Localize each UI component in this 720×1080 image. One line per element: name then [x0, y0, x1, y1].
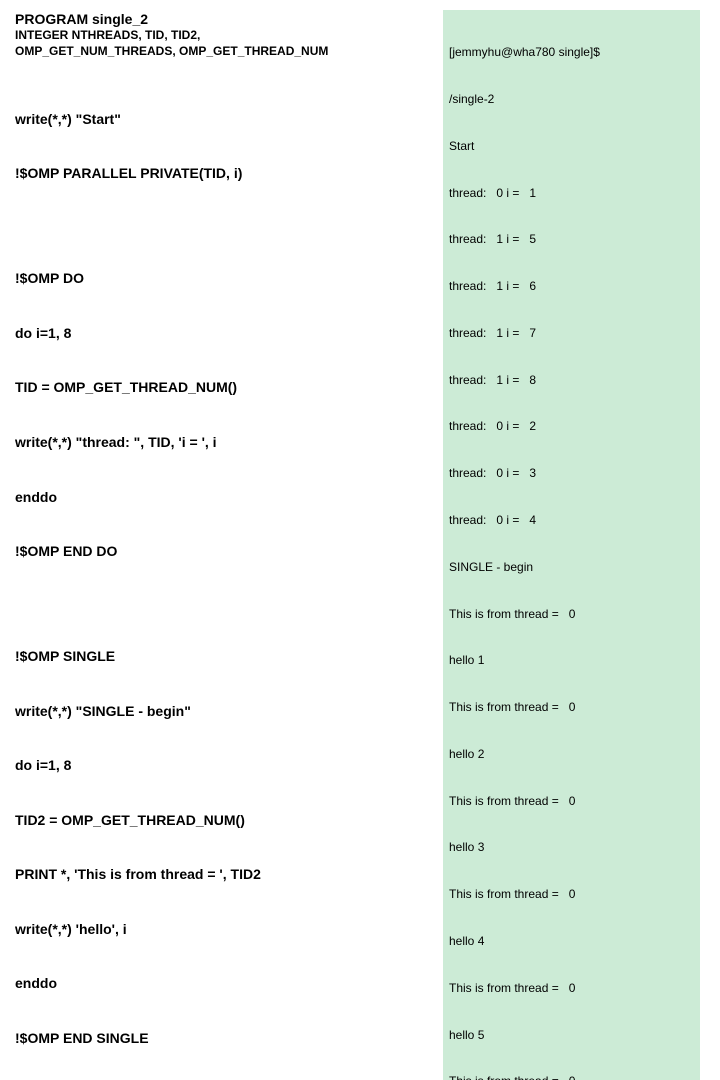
code-line: !$OMP PARALLEL PRIVATE(TID, i) [15, 164, 435, 182]
program-title: PROGRAM single_2 [15, 10, 435, 28]
code-block: !$OMP SINGLE write(*,*) "SINGLE - begin"… [15, 611, 435, 1080]
output-line: hello 3 [449, 840, 694, 856]
code-line: write(*,*) "Start" [15, 110, 435, 128]
output-line: This is from thread = 0 [449, 794, 694, 810]
output-line: This is from thread = 0 [449, 607, 694, 623]
output-line: thread: 0 i = 3 [449, 466, 694, 482]
declaration-line: OMP_GET_NUM_THREADS, OMP_GET_THREAD_NUM [15, 44, 435, 60]
declaration-line: INTEGER NTHREADS, TID, TID2, [15, 28, 435, 44]
code-line: !$OMP END SINGLE [15, 1029, 435, 1047]
output-line: hello 1 [449, 653, 694, 669]
code-line: enddo [15, 974, 435, 992]
code-line: !$OMP SINGLE [15, 647, 435, 665]
output-line: thread: 0 i = 2 [449, 419, 694, 435]
code-line: enddo [15, 488, 435, 506]
code-panel: PROGRAM single_2 INTEGER NTHREADS, TID, … [15, 10, 435, 1080]
output-line: thread: 1 i = 5 [449, 232, 694, 248]
output-line: thread: 1 i = 7 [449, 326, 694, 342]
code-block: !$OMP DO do i=1, 8 TID = OMP_GET_THREAD_… [15, 233, 435, 597]
output-line: hello 4 [449, 934, 694, 950]
code-line: write(*,*) 'hello', i [15, 920, 435, 938]
code-line: TID2 = OMP_GET_THREAD_NUM() [15, 811, 435, 829]
code-block: write(*,*) "Start" !$OMP PARALLEL PRIVAT… [15, 73, 435, 219]
output-line: hello 5 [449, 1028, 694, 1044]
output-line: hello 2 [449, 747, 694, 763]
output-line: SINGLE - begin [449, 560, 694, 576]
output-line: thread: 0 i = 4 [449, 513, 694, 529]
output-line: thread: 1 i = 8 [449, 373, 694, 389]
code-line: !$OMP DO [15, 269, 435, 287]
code-line: PRINT *, 'This is from thread = ', TID2 [15, 865, 435, 883]
output-line: thread: 0 i = 1 [449, 186, 694, 202]
output-line: thread: 1 i = 6 [449, 279, 694, 295]
code-line: TID = OMP_GET_THREAD_NUM() [15, 378, 435, 396]
code-line: do i=1, 8 [15, 756, 435, 774]
output-line: This is from thread = 0 [449, 1074, 694, 1080]
code-line: write(*,*) "thread: ", TID, 'i = ', i [15, 433, 435, 451]
output-line: This is from thread = 0 [449, 700, 694, 716]
output-line: [jemmyhu@wha780 single]$ [449, 45, 694, 61]
output-line: Start [449, 139, 694, 155]
output-line: This is from thread = 0 [449, 887, 694, 903]
code-line: write(*,*) "SINGLE - begin" [15, 702, 435, 720]
slide-content: PROGRAM single_2 INTEGER NTHREADS, TID, … [15, 10, 705, 1080]
output-panel: [jemmyhu@wha780 single]$ /single-2 Start… [443, 10, 700, 1080]
code-line: do i=1, 8 [15, 324, 435, 342]
code-line: !$OMP END DO [15, 542, 435, 560]
output-line: This is from thread = 0 [449, 981, 694, 997]
output-line: /single-2 [449, 92, 694, 108]
